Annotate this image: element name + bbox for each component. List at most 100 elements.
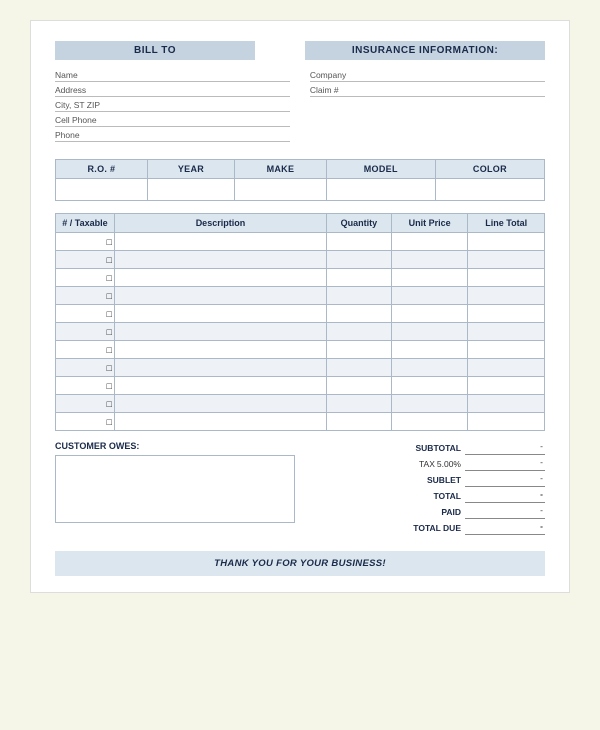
- quantity-cell[interactable]: [327, 323, 392, 341]
- line-total-cell[interactable]: [468, 269, 545, 287]
- description-cell[interactable]: [114, 305, 326, 323]
- quantity-cell[interactable]: [327, 395, 392, 413]
- quantity-cell[interactable]: [327, 269, 392, 287]
- line-total-cell[interactable]: [468, 413, 545, 431]
- description-cell[interactable]: [114, 359, 326, 377]
- unit-price-cell[interactable]: [391, 233, 468, 251]
- customer-owes-label: CUSTOMER OWES:: [55, 441, 315, 451]
- tax-row: TAX 5.00% -: [315, 457, 545, 471]
- header-row: BILL TO INSURANCE INFORMATION:: [55, 41, 545, 60]
- line-total-cell[interactable]: [468, 341, 545, 359]
- quantity-cell[interactable]: [327, 359, 392, 377]
- line-total-cell[interactable]: [468, 377, 545, 395]
- table-row[interactable]: □: [56, 251, 545, 269]
- address-label: Address: [55, 85, 86, 95]
- num-taxable-cell[interactable]: □: [56, 323, 115, 341]
- company-label: Company: [310, 70, 346, 80]
- name-field: Name: [55, 70, 290, 82]
- line-total-cell[interactable]: [468, 233, 545, 251]
- unit-price-cell[interactable]: [391, 395, 468, 413]
- unit-price-cell[interactable]: [391, 413, 468, 431]
- make-cell[interactable]: [235, 179, 327, 201]
- paid-value: -: [465, 505, 545, 519]
- table-row[interactable]: □: [56, 269, 545, 287]
- paid-label: PAID: [381, 507, 461, 517]
- city-label: City, ST ZIP: [55, 100, 100, 110]
- num-taxable-cell[interactable]: □: [56, 305, 115, 323]
- unit-price-cell[interactable]: [391, 341, 468, 359]
- line-total-cell[interactable]: [468, 287, 545, 305]
- totals-section: SUBTOTAL - TAX 5.00% - SUBLET - TOTAL - …: [315, 441, 545, 537]
- table-row[interactable]: □: [56, 305, 545, 323]
- description-cell[interactable]: [114, 287, 326, 305]
- unit-price-cell[interactable]: [391, 269, 468, 287]
- description-cell[interactable]: [114, 269, 326, 287]
- ro-num-header: R.O. #: [56, 160, 148, 179]
- table-row[interactable]: □: [56, 359, 545, 377]
- description-cell[interactable]: [114, 323, 326, 341]
- description-cell[interactable]: [114, 413, 326, 431]
- unit-price-cell[interactable]: [391, 287, 468, 305]
- model-cell[interactable]: [326, 179, 435, 201]
- unit-price-cell[interactable]: [391, 305, 468, 323]
- description-header: Description: [114, 214, 326, 233]
- footer: THANK YOU FOR YOUR BUSINESS!: [55, 551, 545, 576]
- num-taxable-cell[interactable]: □: [56, 341, 115, 359]
- line-total-cell[interactable]: [468, 395, 545, 413]
- color-cell[interactable]: [435, 179, 544, 201]
- items-header-row: # / Taxable Description Quantity Unit Pr…: [56, 214, 545, 233]
- quantity-cell[interactable]: [327, 287, 392, 305]
- info-section: Name Address City, ST ZIP Cell Phone Pho…: [55, 70, 545, 145]
- year-cell[interactable]: [147, 179, 234, 201]
- num-taxable-cell[interactable]: □: [56, 413, 115, 431]
- table-row[interactable]: □: [56, 395, 545, 413]
- city-field: City, ST ZIP: [55, 100, 290, 112]
- table-row[interactable]: □: [56, 323, 545, 341]
- paid-row: PAID -: [315, 505, 545, 519]
- ro-num-cell[interactable]: [56, 179, 148, 201]
- quantity-cell[interactable]: [327, 413, 392, 431]
- tax-value: -: [465, 457, 545, 471]
- line-total-cell[interactable]: [468, 305, 545, 323]
- line-total-cell[interactable]: [468, 323, 545, 341]
- description-cell[interactable]: [114, 395, 326, 413]
- quantity-cell[interactable]: [327, 305, 392, 323]
- total-row: TOTAL -: [315, 489, 545, 503]
- customer-owes-section: CUSTOMER OWES:: [55, 441, 315, 523]
- total-due-row: TOTAL DUE -: [315, 521, 545, 535]
- table-row[interactable]: □: [56, 287, 545, 305]
- unit-price-cell[interactable]: [391, 359, 468, 377]
- num-taxable-cell[interactable]: □: [56, 359, 115, 377]
- subtotal-value: -: [465, 441, 545, 455]
- year-header: YEAR: [147, 160, 234, 179]
- table-row[interactable]: □: [56, 413, 545, 431]
- line-total-cell[interactable]: [468, 359, 545, 377]
- unit-price-cell[interactable]: [391, 323, 468, 341]
- unit-price-cell[interactable]: [391, 377, 468, 395]
- description-cell[interactable]: [114, 251, 326, 269]
- quantity-cell[interactable]: [327, 377, 392, 395]
- num-taxable-cell[interactable]: □: [56, 233, 115, 251]
- table-row[interactable]: □: [56, 233, 545, 251]
- num-taxable-cell[interactable]: □: [56, 269, 115, 287]
- quantity-cell[interactable]: [327, 233, 392, 251]
- customer-owes-box[interactable]: [55, 455, 295, 523]
- num-taxable-cell[interactable]: □: [56, 251, 115, 269]
- description-cell[interactable]: [114, 341, 326, 359]
- num-taxable-cell[interactable]: □: [56, 287, 115, 305]
- insurance-header: INSURANCE INFORMATION:: [305, 41, 545, 60]
- quantity-cell[interactable]: [327, 251, 392, 269]
- address-field: Address: [55, 85, 290, 97]
- table-row[interactable]: □: [56, 341, 545, 359]
- description-cell[interactable]: [114, 233, 326, 251]
- invoice-page: BILL TO INSURANCE INFORMATION: Name Addr…: [30, 20, 570, 593]
- unit-price-cell[interactable]: [391, 251, 468, 269]
- num-taxable-cell[interactable]: □: [56, 395, 115, 413]
- description-cell[interactable]: [114, 377, 326, 395]
- table-row[interactable]: □: [56, 377, 545, 395]
- num-taxable-cell[interactable]: □: [56, 377, 115, 395]
- color-header: COLOR: [435, 160, 544, 179]
- subtotal-row: SUBTOTAL -: [315, 441, 545, 455]
- quantity-cell[interactable]: [327, 341, 392, 359]
- line-total-cell[interactable]: [468, 251, 545, 269]
